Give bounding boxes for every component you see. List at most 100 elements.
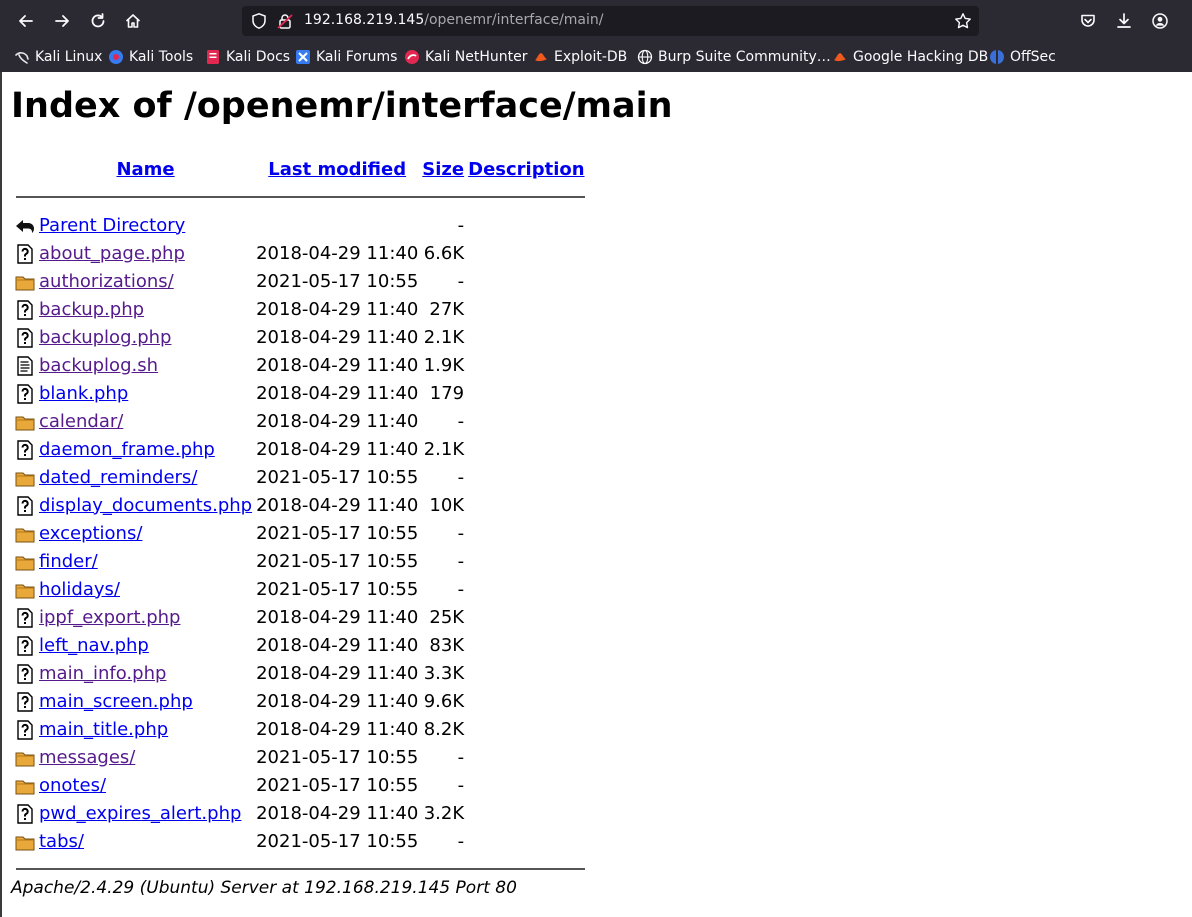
modified-cell: 2021-05-17 10:55	[256, 270, 419, 292]
bookmark-label: Google Hacking DB	[853, 49, 989, 65]
shield-icon[interactable]	[250, 12, 268, 30]
name-cell: daemon_frame.php	[38, 436, 253, 462]
pocket-icon	[1081, 14, 1095, 27]
description-cell	[467, 772, 585, 798]
modified-cell: 2021-05-17 10:55	[256, 522, 419, 544]
file-link[interactable]: calendar/	[39, 411, 123, 432]
file-link[interactable]: dated_reminders/	[39, 467, 197, 488]
description-cell	[467, 324, 585, 350]
size-cell: 8.2K	[423, 718, 465, 740]
name-cell: ippf_export.php	[38, 604, 253, 630]
bookmark-kali-tools[interactable]: Kali Tools	[108, 47, 193, 67]
unknown-file-icon	[17, 607, 33, 628]
folder-icon	[15, 556, 35, 570]
sort-by-description-link[interactable]: Description	[468, 159, 584, 180]
size-cell: -	[457, 550, 465, 572]
file-link[interactable]: onotes/	[39, 775, 106, 796]
file-row: main_title.php 2018-04-29 11:40 8.2K	[15, 716, 586, 742]
file-row: tabs/2021-05-17 10:55 -	[15, 828, 586, 854]
file-link[interactable]: display_documents.php	[39, 495, 252, 516]
file-row: pwd_expires_alert.php 2018-04-29 11:40 3.2…	[15, 800, 586, 826]
file-link[interactable]: authorizations/	[39, 271, 174, 292]
icon-cell	[15, 240, 36, 266]
description-cell	[467, 688, 585, 714]
file-link[interactable]: messages/	[39, 747, 135, 768]
size-cell: -	[457, 774, 465, 796]
file-link[interactable]: blank.php	[39, 383, 128, 404]
unknown-file-icon	[17, 495, 33, 516]
file-link[interactable]: backuplog.sh	[39, 355, 158, 376]
file-link[interactable]: daemon_frame.php	[39, 439, 215, 460]
address-bar[interactable]: 192.168.219.145/openemr/interface/main/	[242, 6, 979, 36]
file-link[interactable]: main_info.php	[39, 663, 166, 684]
download-icon	[1117, 13, 1131, 28]
description-cell	[467, 744, 585, 770]
file-link[interactable]: left_nav.php	[39, 635, 149, 656]
file-link[interactable]: about_page.php	[39, 243, 185, 264]
home-button[interactable]	[117, 5, 149, 37]
sort-by-modified-link[interactable]: Last modified	[268, 159, 406, 180]
icon-cell	[15, 212, 36, 238]
description-cell	[467, 352, 585, 378]
file-link[interactable]: pwd_expires_alert.php	[39, 803, 241, 824]
name-cell: exceptions/	[38, 520, 253, 546]
forward-button[interactable]	[46, 5, 78, 37]
name-cell: about_page.php	[38, 240, 253, 266]
icon-cell	[15, 492, 36, 518]
sort-by-size-link[interactable]: Size	[422, 159, 464, 180]
insecure-lock-icon[interactable]	[276, 12, 294, 30]
page-title: Index of /openemr/interface/main	[11, 86, 673, 126]
bookmark-exploit-db[interactable]: Exploit-DB	[533, 47, 627, 67]
unknown-file-icon	[17, 719, 33, 740]
modified-cell: 2018-04-29 11:40	[256, 494, 419, 516]
folder-icon	[15, 528, 35, 542]
exploit-db-icon	[533, 49, 549, 65]
unknown-file-icon	[17, 383, 33, 404]
file-row: holidays/2021-05-17 10:55 -	[15, 576, 586, 602]
sort-by-name-link[interactable]: Name	[116, 159, 174, 180]
file-link[interactable]: holidays/	[39, 579, 120, 600]
size-cell: 179	[429, 382, 465, 404]
file-row: backuplog.sh 2018-04-29 11:40 1.9K	[15, 352, 586, 378]
icon-cell	[15, 380, 36, 406]
url-text[interactable]: 192.168.219.145/openemr/interface/main/	[304, 12, 603, 28]
home-icon	[125, 14, 141, 28]
unknown-file-icon	[17, 299, 33, 320]
file-link[interactable]: exceptions/	[39, 523, 142, 544]
size-cell: -	[457, 522, 465, 544]
pocket-button[interactable]	[1072, 5, 1104, 37]
modified-cell: 2021-05-17 10:55	[256, 550, 419, 572]
bookmark-kali-forums[interactable]: Kali Forums	[295, 47, 397, 67]
file-link[interactable]: finder/	[39, 551, 98, 572]
modified-cell: 2018-04-29 11:40	[256, 438, 419, 460]
file-row: main_screen.php 2018-04-29 11:40 9.6K	[15, 688, 586, 714]
file-link[interactable]: main_screen.php	[39, 691, 193, 712]
account-button[interactable]	[1144, 5, 1176, 37]
description-cell	[467, 660, 585, 686]
name-cell: main_screen.php	[38, 688, 253, 714]
parent-directory-link[interactable]: Parent Directory	[39, 215, 185, 236]
bookmark-offsec[interactable]: OffSec	[989, 47, 1056, 67]
icon-cell	[15, 576, 36, 602]
bookmark-burp-suite[interactable]: Burp Suite Community…	[637, 47, 831, 67]
icon-cell	[15, 660, 36, 686]
star-icon[interactable]	[954, 12, 972, 30]
back-button[interactable]	[10, 5, 42, 37]
kali-dragon-icon	[14, 49, 30, 65]
bookmark-kali-docs[interactable]: Kali Docs	[205, 47, 290, 67]
downloads-button[interactable]	[1108, 5, 1140, 37]
file-link[interactable]: ippf_export.php	[39, 607, 180, 628]
bookmark-google-hacking-db[interactable]: Google Hacking DB	[832, 47, 988, 67]
kali-nethunter-icon	[404, 49, 420, 65]
bookmark-kali-linux[interactable]: Kali Linux	[14, 47, 102, 67]
reload-button[interactable]	[82, 5, 114, 37]
bookmark-kali-nethunter[interactable]: Kali NetHunter	[404, 47, 527, 67]
file-link[interactable]: backuplog.php	[39, 327, 171, 348]
modified-cell: 2018-04-29 11:40	[256, 382, 419, 404]
bookmark-label: Kali Linux	[35, 49, 103, 65]
file-link[interactable]: backup.php	[39, 299, 144, 320]
modified-cell	[255, 212, 419, 238]
file-link[interactable]: main_title.php	[39, 719, 168, 740]
directory-listing: Name Last modified Size Description Pare…	[13, 154, 588, 884]
file-link[interactable]: tabs/	[39, 831, 84, 852]
